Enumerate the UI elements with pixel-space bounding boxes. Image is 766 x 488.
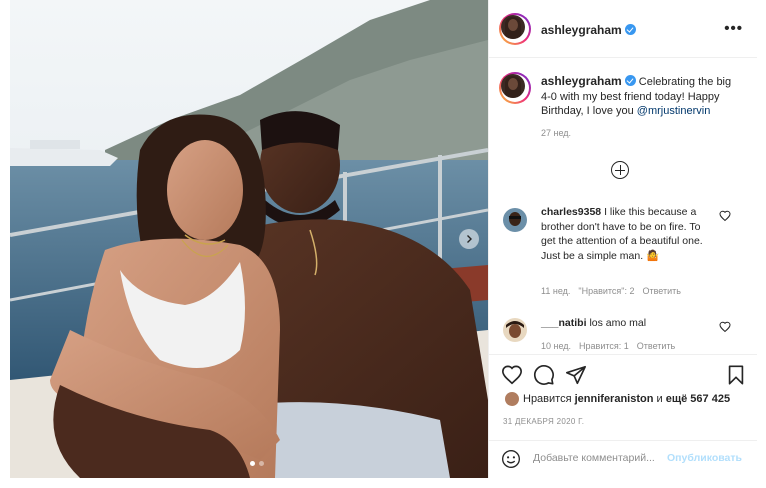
caption-mention-link[interactable]: @mrjustinervin — [637, 105, 711, 117]
chevron-right-icon — [467, 235, 472, 243]
share-icon[interactable] — [565, 364, 587, 386]
comment-item: ___natibi los amo mal — [541, 316, 713, 331]
comment-text: los amo mal — [589, 317, 647, 329]
comment-likes-count[interactable]: "Нравится": 2 — [578, 286, 634, 296]
comment-reply-button[interactable]: Ответить — [642, 286, 680, 296]
comment-username[interactable]: charles9358 — [541, 206, 601, 218]
post-photo[interactable] — [10, 0, 488, 478]
comment-username[interactable]: ___natibi — [541, 317, 587, 329]
emoji-icon[interactable] — [501, 449, 521, 469]
comment-input[interactable]: Добавьте комментарий... — [533, 452, 655, 464]
likes-summary: Нравится jenniferaniston и ещё 567 425 — [505, 392, 730, 406]
more-options-icon[interactable]: ••• — [724, 20, 743, 37]
likes-conjunction: и — [656, 393, 663, 405]
bookmark-icon[interactable] — [725, 364, 747, 386]
post-side-panel: ashleygraham ••• ashleygraham Celebratin… — [488, 0, 757, 478]
verified-badge-icon — [624, 24, 636, 35]
comment-item: charles9358 I like this because a brothe… — [541, 205, 713, 263]
load-more-comments-button[interactable] — [611, 161, 629, 179]
author-username[interactable]: ashleygraham — [541, 23, 622, 37]
comment-time: 11 нед. — [541, 286, 571, 296]
heart-icon[interactable] — [501, 364, 523, 386]
photo-image — [10, 0, 488, 478]
instagram-post: ashleygraham ••• ashleygraham Celebratin… — [0, 0, 766, 488]
likes-count[interactable]: ещё 567 425 — [666, 393, 730, 405]
comment-avatar[interactable] — [503, 208, 527, 232]
carousel-indicator — [250, 461, 264, 466]
liker-username[interactable]: jenniferaniston — [575, 393, 654, 405]
comment-icon[interactable] — [533, 364, 555, 386]
comment-meta: 11 нед. "Нравится": 2 Ответить — [541, 286, 681, 296]
carousel-next-button[interactable] — [459, 229, 479, 249]
caption: ashleygraham Celebrating the big 4-0 wit… — [541, 74, 741, 140]
liker-avatar[interactable] — [505, 392, 519, 406]
author-avatar[interactable] — [499, 13, 531, 45]
comment-likes-count[interactable]: Нравится: 1 — [579, 341, 629, 351]
verified-badge-icon — [624, 75, 636, 86]
caption-username[interactable]: ashleygraham — [541, 74, 622, 88]
comment-meta: 10 нед. Нравится: 1 Ответить — [541, 341, 675, 351]
comments-list: ashleygraham Celebrating the big 4-0 wit… — [489, 58, 757, 354]
carousel-dot-active — [250, 461, 255, 466]
comment-emoji: 🤷 — [646, 249, 660, 262]
comment-reply-button[interactable]: Ответить — [637, 341, 675, 351]
post-comment-button[interactable]: Опубликовать — [667, 452, 742, 464]
like-comment-heart-icon[interactable] — [719, 210, 731, 222]
caption-author-avatar[interactable] — [499, 72, 531, 104]
post-date: 31 ДЕКАБРЯ 2020 Г. — [503, 417, 585, 426]
carousel-dot — [259, 461, 264, 466]
like-comment-heart-icon[interactable] — [719, 321, 731, 333]
post-header: ashleygraham ••• — [489, 0, 757, 58]
caption-time: 27 нед. — [541, 127, 572, 138]
add-comment-bar: Добавьте комментарий... Опубликовать — [489, 440, 757, 478]
comment-time: 10 нед. — [541, 341, 572, 351]
comment-avatar[interactable] — [503, 318, 527, 342]
likes-prefix: Нравится — [523, 393, 572, 405]
